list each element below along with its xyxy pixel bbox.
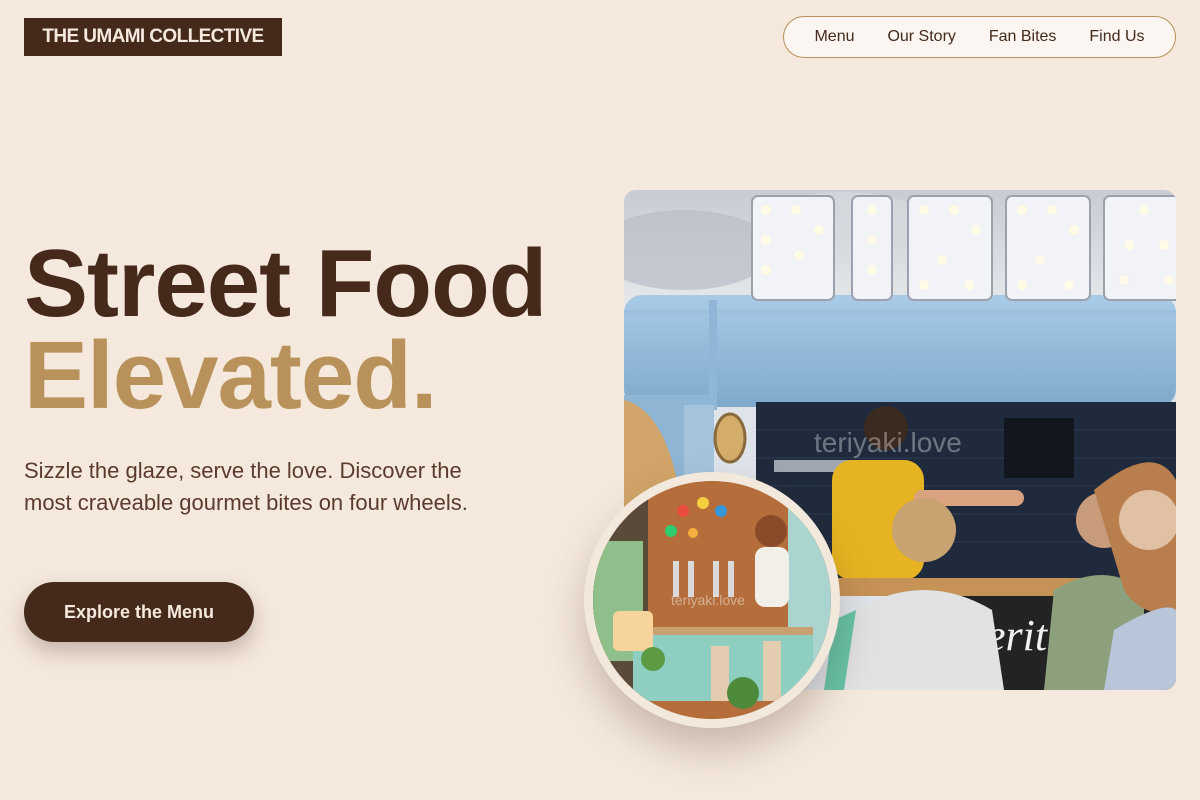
- nav-item-fan-bites[interactable]: Fan Bites: [989, 28, 1057, 46]
- circle-photo-watermark: teriyaki.love: [671, 592, 745, 608]
- headline-line-1: Street Food: [24, 230, 547, 337]
- main-photo-watermark: teriyaki.love: [814, 427, 962, 458]
- nav-item-our-story[interactable]: Our Story: [887, 28, 955, 46]
- hero-headline: Street Food Elevated.: [24, 230, 547, 429]
- nav-item-find-us[interactable]: Find Us: [1089, 28, 1144, 46]
- brand-logo[interactable]: THE UMAMI COLLECTIVE: [24, 18, 282, 56]
- hero-subtitle: Sizzle the glaze, serve the love. Discov…: [24, 458, 468, 515]
- nav-item-menu[interactable]: Menu: [814, 28, 854, 46]
- headline-line-2: Elevated.: [24, 322, 438, 429]
- landing-page: THE UMAMI COLLECTIVE Menu Our Story Fan …: [0, 0, 1200, 800]
- main-nav: Menu Our Story Fan Bites Find Us: [783, 16, 1176, 58]
- explore-menu-button[interactable]: Explore the Menu: [24, 582, 254, 642]
- kitchen-interior-photo: teriyaki.love: [584, 472, 840, 728]
